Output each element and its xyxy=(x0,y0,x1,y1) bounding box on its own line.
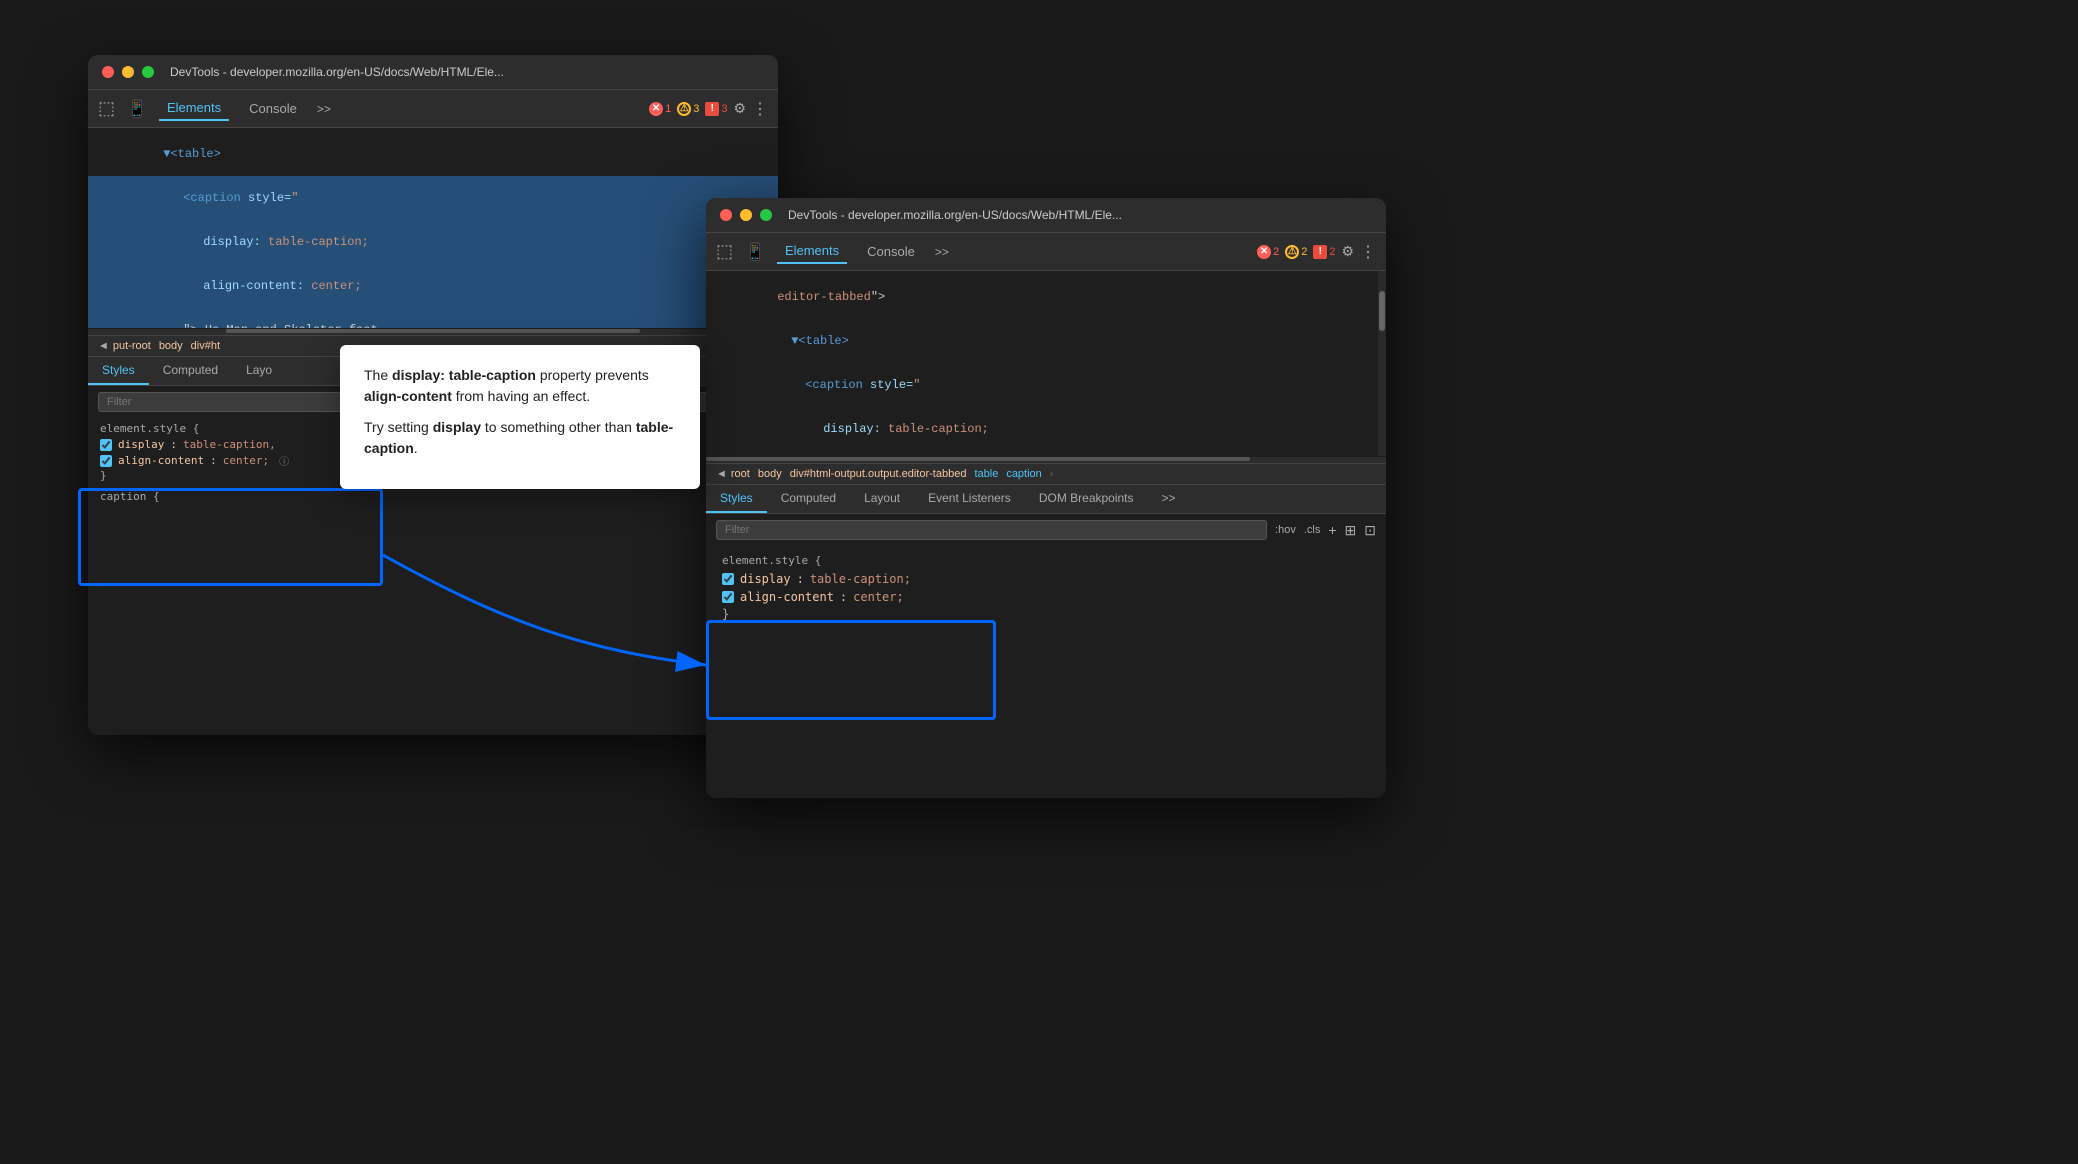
breadcrumb-div[interactable]: div#ht xyxy=(191,340,220,352)
html-panel-1: ▼<table> <caption style=" display: table… xyxy=(88,128,778,328)
hov-button[interactable]: :hov xyxy=(1275,524,1296,536)
badges-1: ✕ 1 ⚠ 3 ! 3 ⚙ ⋮ xyxy=(649,99,768,119)
tooltip-popup: The display: table-caption property prev… xyxy=(340,345,700,489)
breadcrumb-back-2[interactable]: ◄ xyxy=(716,468,727,480)
tab-elements-1[interactable]: Elements xyxy=(159,96,229,121)
more-icon-1[interactable]: ⋮ xyxy=(752,99,768,119)
more-tabs-2[interactable]: >> xyxy=(935,245,949,259)
styles-tab-more-2[interactable]: >> xyxy=(1148,485,1190,513)
error-badge-1[interactable]: ✕ 1 xyxy=(649,102,671,116)
warn-icon-2: ⚠ xyxy=(1285,245,1299,259)
badges-2: ✕ 2 ⚠ 2 ! 2 ⚙ ⋮ xyxy=(1257,242,1376,262)
display-checkbox-1[interactable] xyxy=(100,439,112,451)
device-mode-icon-2[interactable]: 📱 xyxy=(745,242,765,262)
layout-icon[interactable]: ⊡ xyxy=(1364,522,1376,539)
rule-selector-2: element.style { xyxy=(722,554,1370,567)
tooltip-line-2: Try setting display to something other t… xyxy=(364,417,676,459)
elements-select-icon[interactable]: ⬚ xyxy=(98,98,115,119)
toolbar-1: ⬚ 📱 Elements Console >> ✕ 1 ⚠ 3 ! 3 ⚙ ⋮ xyxy=(88,90,778,128)
titlebar-2: DevTools - developer.mozilla.org/en-US/d… xyxy=(706,198,1386,233)
titlebar-1: DevTools - developer.mozilla.org/en-US/d… xyxy=(88,55,778,90)
html-line[interactable]: "> He-Man and Skeletor fact xyxy=(88,308,778,328)
tab-console-2[interactable]: Console xyxy=(859,240,923,263)
styles-tabs-2: Styles Computed Layout Event Listeners D… xyxy=(706,485,1386,514)
html-line[interactable]: editor-tabbed"> xyxy=(706,275,1386,319)
close-button-1[interactable] xyxy=(102,66,114,78)
caption-rule-block-1: caption { xyxy=(88,486,778,509)
error-badge-2[interactable]: ✕ 2 xyxy=(1257,245,1279,259)
breadcrumb-div-2[interactable]: div#html-output.output.editor-tabbed xyxy=(790,468,967,480)
styles-tab-events-2[interactable]: Event Listeners xyxy=(914,485,1025,513)
caption-rule-selector: caption { xyxy=(100,490,766,503)
html-panel-2: editor-tabbed"> ▼<table> <caption style=… xyxy=(706,271,1386,456)
breadcrumb-more-2[interactable]: › xyxy=(1050,468,1054,480)
style-block-2: element.style { display : table-caption;… xyxy=(706,546,1386,629)
html-line[interactable]: <caption style=" xyxy=(706,363,1386,407)
styles-tab-dom-2[interactable]: DOM Breakpoints xyxy=(1025,485,1148,513)
display-row-2[interactable]: display : table-caption; xyxy=(722,571,1370,587)
minimize-button-1[interactable] xyxy=(122,66,134,78)
add-style-icon[interactable]: + xyxy=(1328,522,1336,538)
styles-tab-computed-2[interactable]: Computed xyxy=(767,485,850,513)
breadcrumb-caption-2[interactable]: caption xyxy=(1006,468,1041,480)
align-content-row-2[interactable]: align-content : center; xyxy=(722,589,1370,605)
html-line[interactable]: <caption style=" xyxy=(88,176,778,220)
info-circle-icon[interactable]: ⓘ xyxy=(279,453,289,468)
styles-tab-layout-1[interactable]: Layo xyxy=(232,357,286,385)
breadcrumb-body-2[interactable]: body xyxy=(758,468,782,480)
cls-button[interactable]: .cls xyxy=(1304,524,1321,536)
breadcrumb-root-2[interactable]: root xyxy=(731,468,750,480)
styles-tab-layout-2[interactable]: Layout xyxy=(850,485,914,513)
breadcrumb-table-2[interactable]: table xyxy=(974,468,998,480)
more-icon-2[interactable]: ⋮ xyxy=(1360,242,1376,262)
error-icon-2: ✕ xyxy=(1257,245,1271,259)
html-line[interactable]: align-content: center; xyxy=(706,451,1386,456)
devtools-window-2[interactable]: DevTools - developer.mozilla.org/en-US/d… xyxy=(706,198,1386,798)
html-line[interactable]: display: table-caption; xyxy=(706,407,1386,451)
tooltip-line-1: The display: table-caption property prev… xyxy=(364,365,676,407)
toolbar-2: ⬚ 📱 Elements Console >> ✕ 2 ⚠ 2 ! 2 ⚙ ⋮ xyxy=(706,233,1386,271)
device-mode-icon[interactable]: 📱 xyxy=(127,99,147,119)
close-button-2[interactable] xyxy=(720,209,732,221)
settings-icon-1[interactable]: ⚙ xyxy=(733,100,746,117)
info-icon-2: ! xyxy=(1313,245,1327,259)
align-content-checkbox-2[interactable] xyxy=(722,591,734,603)
filter-bar-2: :hov .cls + ⊞ ⊡ xyxy=(706,514,1386,546)
tab-console-1[interactable]: Console xyxy=(241,97,305,120)
html-line[interactable]: ▼<table> xyxy=(706,319,1386,363)
more-tabs-1[interactable]: >> xyxy=(317,102,331,116)
copy-style-icon[interactable]: ⊞ xyxy=(1345,522,1357,539)
maximize-button-1[interactable] xyxy=(142,66,154,78)
styles-tab-styles-1[interactable]: Styles xyxy=(88,357,149,385)
info-icon-1: ! xyxy=(705,102,719,116)
maximize-button-2[interactable] xyxy=(760,209,772,221)
tab-elements-2[interactable]: Elements xyxy=(777,239,847,264)
warn-icon-1: ⚠ xyxy=(677,102,691,116)
breadcrumb-2: ◄ root body div#html-output.output.edito… xyxy=(706,463,1386,485)
info-badge-2[interactable]: ! 2 xyxy=(1313,245,1335,259)
warn-badge-1[interactable]: ⚠ 3 xyxy=(677,102,699,116)
styles-tab-styles-2[interactable]: Styles xyxy=(706,485,767,513)
window-title-1: DevTools - developer.mozilla.org/en-US/d… xyxy=(170,65,764,79)
filter-input-2[interactable] xyxy=(716,520,1267,540)
elements-select-icon-2[interactable]: ⬚ xyxy=(716,241,733,262)
error-icon-1: ✕ xyxy=(649,102,663,116)
styles-tab-computed-1[interactable]: Computed xyxy=(149,357,232,385)
styles-panel-2: Styles Computed Layout Event Listeners D… xyxy=(706,485,1386,629)
minimize-button-2[interactable] xyxy=(740,209,752,221)
breadcrumb-back[interactable]: ◄ xyxy=(98,340,109,352)
settings-icon-2[interactable]: ⚙ xyxy=(1341,243,1354,260)
display-checkbox-2[interactable] xyxy=(722,573,734,585)
breadcrumb-root[interactable]: put-root xyxy=(113,340,151,352)
warn-badge-2[interactable]: ⚠ 2 xyxy=(1285,245,1307,259)
html-line[interactable]: align-content: center; xyxy=(88,264,778,308)
window-title-2: DevTools - developer.mozilla.org/en-US/d… xyxy=(788,208,1372,222)
breadcrumb-body[interactable]: body xyxy=(159,340,183,352)
info-badge-1[interactable]: ! 3 xyxy=(705,102,727,116)
html-line[interactable]: ▼<table> xyxy=(88,132,778,176)
rule-close-2: } xyxy=(722,607,1370,621)
html-line[interactable]: display: table-caption; xyxy=(88,220,778,264)
align-content-checkbox-1[interactable] xyxy=(100,455,112,467)
